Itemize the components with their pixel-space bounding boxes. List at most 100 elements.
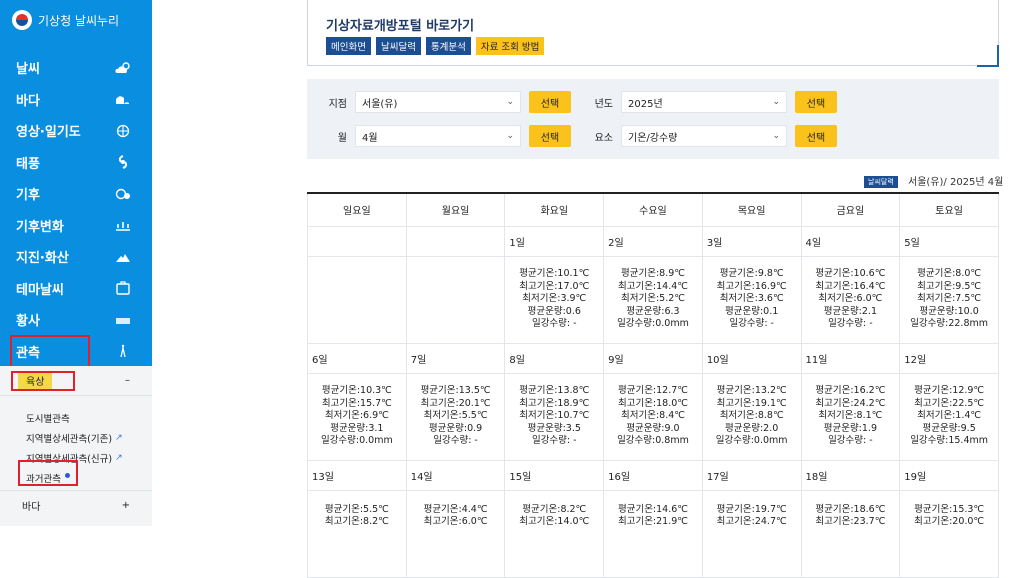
sidebar-menu-label: 기후 (16, 188, 40, 204)
element-select-button[interactable]: 선택 (795, 125, 837, 147)
sidebar-menu-item[interactable]: 테마날씨 (0, 273, 152, 305)
sidebar-menu-item[interactable]: 관측 (0, 336, 152, 368)
weather-cloud-sun-icon (114, 61, 132, 75)
station-select[interactable]: 서울(유) ⌄ (355, 91, 521, 113)
submenu-item-label: 지역별상세관측(신규) (26, 454, 113, 465)
daily-weather-stats (308, 257, 406, 343)
portal-title: 기상자료개방포털 바로가기 (326, 19, 475, 34)
submenu-item[interactable]: 지역별상세관측(기존) ↗ (0, 428, 152, 448)
theme-weather-icon (114, 281, 132, 295)
year-select[interactable]: 2025년 ⌄ (621, 91, 787, 113)
calendar-day-row: 13일 14일 15일 16일 17일 18일 19일 (307, 459, 999, 491)
stat-line: 일강수량: - (729, 318, 774, 330)
sidebar-menu-item[interactable]: 영상·일기도 (0, 115, 152, 147)
calendar-day-cell (405, 225, 506, 257)
element-select[interactable]: 기온/강수량 ⌄ (621, 125, 787, 147)
calendar-stats-cell: 평균기온:8.2℃ 최고기온:14.0℃ (504, 489, 605, 578)
calendar-stats-cell: 평균기온:15.3℃ 최고기온:20.0℃ (899, 489, 999, 578)
typhoon-icon (114, 155, 132, 170)
weather-calendar-button[interactable]: 날씨달력 (375, 37, 421, 55)
sidebar-menu-item[interactable]: 바다 (0, 84, 152, 116)
stat-line: 평균기온:18.6℃ (815, 503, 886, 515)
collapse-icon[interactable]: – (125, 375, 130, 386)
calendar-day-cell: 17일 (701, 459, 802, 491)
day-number: 11일 (805, 354, 828, 366)
stat-line: 최고기온:14.0℃ (519, 516, 590, 527)
daily-weather-stats: 평균기온:15.3℃ 최고기온:20.0℃ (900, 491, 998, 577)
calendar-day-cell: 13일 (307, 459, 407, 491)
sidebar-menu-item[interactable]: 기후변화 (0, 210, 152, 242)
stat-line: 최저기온:8.8℃ (719, 410, 784, 422)
statistics-button[interactable]: 통계분석 (425, 37, 471, 55)
month-filter-row: 월 4월 ⌄ 선택 (307, 124, 571, 148)
stat-line: 최고기온:21.9℃ (617, 516, 688, 527)
month-select-button[interactable]: 선택 (529, 125, 571, 147)
stat-line: 평균기온:13.5℃ (420, 385, 491, 397)
main-page-button[interactable]: 메인화면 (326, 37, 371, 55)
day-number: 12일 (904, 354, 927, 366)
stat-line: 최고기온:19.1℃ (716, 397, 787, 409)
stat-line: 평균기온:9.8℃ (719, 268, 784, 280)
stat-line: 일강수량:22.8mm (910, 318, 989, 330)
daily-weather-stats: 평균기온:12.7℃ 최고기온:18.0℃ 최저기온:8.4℃ 평균운량:9.0 일강수… (604, 374, 702, 460)
calendar-day-cell: 1일 (504, 225, 605, 257)
submenu-item[interactable]: 과거관측 (0, 468, 152, 488)
calendar-stats-cell (307, 255, 407, 344)
year-select-button[interactable]: 선택 (795, 91, 837, 113)
calendar-stats-row: 평균기온:5.5℃ 최고기온:8.2℃ 평균기온:4.4℃ 최고기온:6.0℃ 평균기온… (307, 489, 999, 578)
calendar-day-cell: 3일 (701, 225, 802, 257)
calendar-stats-cell: 평균기온:5.5℃ 최고기온:8.2℃ (307, 489, 407, 578)
stat-line: 평균기온:10.6℃ (815, 268, 886, 280)
satellite-globe-icon (114, 124, 132, 138)
stat-line: 최고기온:20.0℃ (914, 516, 985, 527)
submenu-item[interactable]: 도시별관측 (0, 408, 152, 428)
submenu-land-header[interactable]: 육상 – (0, 366, 152, 396)
month-select[interactable]: 4월 ⌄ (355, 125, 521, 147)
calendar-stats-cell: 평균기온:9.8℃ 최고기온:16.9℃ 최저기온:3.6℃ 평균운량:0.1 일강수량… (701, 255, 802, 344)
stat-line: 최저기온:7.5℃ (917, 293, 982, 305)
sidebar-menu-label: 바다 (16, 93, 40, 109)
expand-icon[interactable]: + (122, 500, 130, 511)
station-filter-row: 지점 서울(유) ⌄ 선택 (307, 90, 571, 114)
stat-line: 최고기온:17.0℃ (519, 280, 590, 292)
station-select-button[interactable]: 선택 (529, 91, 571, 113)
day-number: 8일 (509, 354, 525, 366)
calendar-day-cell: 14일 (405, 459, 506, 491)
stat-line: 최고기온:24.2℃ (815, 397, 886, 409)
site-logo[interactable]: 기상청 날씨누리 (0, 0, 152, 40)
day-number: 10일 (706, 354, 729, 366)
stat-line: 평균기온:13.2℃ (716, 385, 787, 397)
data-portal-shortcut: 기상자료개방포털 바로가기 메인화면 날씨달력 통계분석 자료 조회 방법 (307, 0, 999, 67)
sidebar-menu-item[interactable]: 황사 (0, 304, 152, 336)
stat-line: 평균운량:6.3 (626, 305, 680, 317)
submenu-item[interactable]: 지역별상세관측(신규) ↗ (0, 448, 152, 468)
sidebar-menu-item[interactable]: 지진·화산 (0, 241, 152, 273)
stat-line: 평균운량:3.1 (330, 422, 384, 434)
sea-wave-icon (114, 92, 132, 106)
submenu-sea-header[interactable]: 바다 + (0, 490, 152, 520)
calendar-stats-cell (405, 255, 506, 344)
day-number: 16일 (608, 471, 631, 483)
data-lookup-guide-button[interactable]: 자료 조회 방법 (475, 37, 545, 55)
day-number (308, 227, 406, 256)
stat-line: 최고기온:8.2℃ (324, 516, 389, 527)
stat-line: 평균기온:5.5℃ (324, 503, 389, 515)
sidebar-menu-label: 태풍 (16, 156, 40, 172)
external-link-icon: ↗ (115, 433, 123, 443)
stat-line: 최저기온:6.0℃ (818, 293, 883, 305)
calendar-stats-cell: 평균기온:13.5℃ 최고기온:20.1℃ 최저기온:5.5℃ 평균운량:0.9 일강수… (405, 372, 506, 461)
sidebar-menu-item[interactable]: 기후 (0, 178, 152, 210)
stat-line: 평균운량:2.1 (823, 305, 877, 317)
calendar-day-cell: 16일 (603, 459, 703, 491)
stat-line: 최저기온:3.6℃ (719, 293, 784, 305)
stat-line: 평균기온:14.6℃ (617, 503, 688, 515)
daily-weather-stats: 평균기온:9.8℃ 최고기온:16.9℃ 최저기온:3.6℃ 평균운량:0.1 일강수량… (703, 257, 801, 343)
sidebar-menu-label: 관측 (16, 345, 40, 361)
calendar-stats-row: 평균기온:10.1℃ 최고기온:17.0℃ 최저기온:3.9℃ 평균운량:0.6 일강수… (307, 255, 999, 344)
sidebar-menu-item[interactable]: 태풍 (0, 147, 152, 179)
stat-line: 평균기온:12.7℃ (617, 385, 688, 397)
stat-line: 평균기온:12.9℃ (914, 385, 985, 397)
sidebar-menu-item[interactable]: 날씨 (0, 52, 152, 84)
calendar-stats-cell: 평균기온:8.0℃ 최고기온:9.5℃ 최저기온:7.5℃ 평균운량:10.0 일강수량… (899, 255, 999, 344)
calendar-stats-cell: 평균기온:19.7℃ 최고기온:24.7℃ (701, 489, 802, 578)
